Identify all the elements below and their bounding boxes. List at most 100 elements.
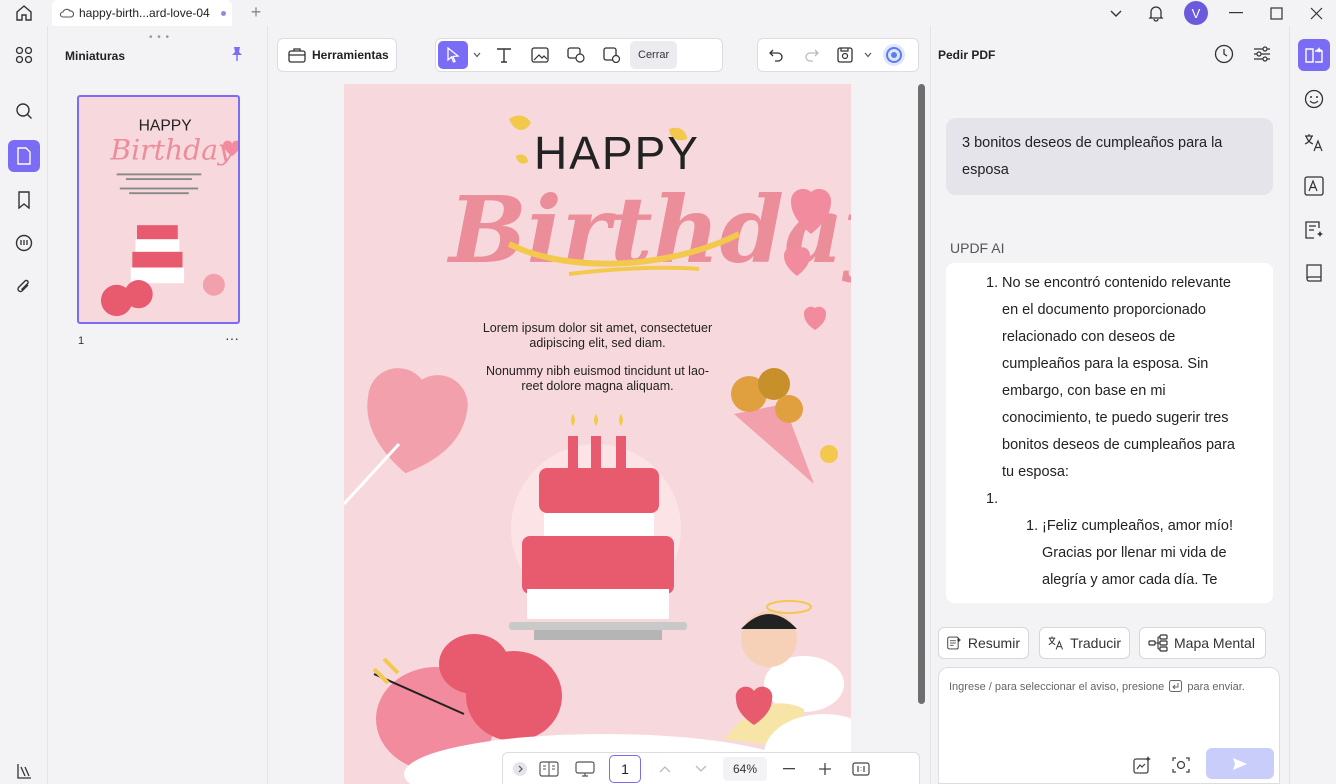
thumbnails-icon[interactable] <box>8 140 40 172</box>
chevron-down-icon[interactable] <box>468 40 486 70</box>
smiley-icon[interactable] <box>1298 83 1330 115</box>
mind-map-button[interactable]: Mapa Mental <box>1139 627 1266 659</box>
answer-line: conocimiento, te puedo sugerir tres <box>1002 410 1229 426</box>
ocr-icon[interactable] <box>1298 170 1330 202</box>
next-page-icon[interactable] <box>683 755 719 783</box>
answer-line: embargo, con base en mi <box>1002 383 1166 399</box>
chevron-down-icon[interactable] <box>1096 0 1136 26</box>
link-tool-icon[interactable] <box>594 40 630 70</box>
zoom-level[interactable]: 64% <box>723 757 768 781</box>
vertical-scrollbar[interactable] <box>918 84 925 704</box>
zoom-out-icon[interactable] <box>771 755 807 783</box>
close-edit-button[interactable]: Cerrar <box>630 41 678 69</box>
user-message: 3 bonitos deseos de cumpleaños para la e… <box>946 118 1273 195</box>
thumbnails-title: Miniaturas <box>65 49 126 63</box>
enter-key-icon <box>1169 680 1183 692</box>
answer-line: bonitos deseos de cumpleaños para <box>1002 437 1235 453</box>
para2-line2: reet dolore magna aliquam. <box>521 379 674 393</box>
bookmark-icon[interactable] <box>8 184 40 216</box>
layers-icon[interactable] <box>8 755 40 784</box>
zoom-in-icon[interactable] <box>807 755 843 783</box>
svg-text:Birthday: Birthday <box>109 133 235 166</box>
ai-chat-panel: Pedir PDF 3 bonitos deseos de cumpleaños… <box>930 26 1288 784</box>
svg-text:HAPPY: HAPPY <box>139 117 193 134</box>
assistant-label: UPDF AI <box>950 240 1005 256</box>
previous-page-icon[interactable] <box>647 755 683 783</box>
summarize-label: Resumir <box>967 635 1020 651</box>
page-artwork: HAPPY Birthday <box>344 84 851 784</box>
answer-line: relacionado con deseos de <box>1002 329 1176 345</box>
new-tab-button[interactable]: + <box>246 2 266 24</box>
translate-icon[interactable] <box>1298 127 1330 159</box>
send-icon <box>1233 757 1247 770</box>
text-tool-icon[interactable] <box>486 40 522 70</box>
right-icon-rail <box>1289 26 1336 784</box>
thumbnails-panel: • • • Miniaturas HAPPY Birthday 1 ··· <box>49 26 268 784</box>
replace-tool-icon[interactable] <box>558 40 594 70</box>
form-edit-icon[interactable] <box>1298 214 1330 246</box>
settings-sliders-icon[interactable] <box>1252 44 1272 67</box>
undo-icon[interactable] <box>758 40 794 70</box>
answer-item-1: 1. No se encontró contenido relevante en… <box>946 270 1273 486</box>
translate-label: Traducir <box>1070 635 1121 651</box>
page-thumbnail[interactable]: HAPPY Birthday <box>77 95 240 324</box>
save-icon[interactable] <box>830 40 860 70</box>
ai-panel-title: Pedir PDF <box>938 48 996 62</box>
cloud-icon <box>60 8 74 18</box>
avatar[interactable]: V <box>1184 1 1208 25</box>
history-icon[interactable] <box>1214 44 1234 67</box>
screenshot-icon[interactable] <box>1168 752 1194 778</box>
chat-input[interactable]: Ingrese / para seleccionar el aviso, pre… <box>938 667 1280 784</box>
notification-bell-icon[interactable] <box>1136 0 1176 26</box>
page-layout-icon[interactable] <box>531 755 567 783</box>
thumbnail-more-button[interactable]: ··· <box>225 330 239 346</box>
search-icon[interactable] <box>8 95 40 127</box>
attachment-icon[interactable] <box>8 271 40 303</box>
answer-item-2: 1. <box>946 486 1273 513</box>
maximize-button[interactable] <box>1256 0 1296 26</box>
page-number-input[interactable]: 1 <box>609 755 641 783</box>
answer-line: No se encontró contenido relevante <box>1002 275 1231 291</box>
window-controls: V <box>1096 0 1336 26</box>
home-icon[interactable] <box>12 2 36 24</box>
prompt-library-icon[interactable] <box>1129 752 1155 778</box>
summarize-button[interactable]: Resumir <box>938 627 1029 659</box>
ai-assistant-icon[interactable] <box>876 40 912 70</box>
main-toolbar: Herramientas Cerrar <box>269 26 929 84</box>
actual-size-icon[interactable] <box>843 755 879 783</box>
apps-grid-icon[interactable] <box>8 39 40 71</box>
answer-line: cumpleaños para la esposa. Sin <box>1002 356 1209 372</box>
answer-line: alegría y amor cada día. Te <box>1042 572 1218 588</box>
unsaved-dot <box>220 10 226 16</box>
chevron-down-icon[interactable] <box>860 40 876 70</box>
book-icon[interactable] <box>1298 258 1330 290</box>
title-happy: HAPPY <box>534 127 700 179</box>
close-window-button[interactable] <box>1296 0 1336 26</box>
presentation-icon[interactable] <box>567 755 603 783</box>
ai-header-actions <box>1214 44 1272 67</box>
edit-tools-group: Cerrar <box>435 38 723 72</box>
document-tab[interactable]: happy-birth...ard-love-04 <box>52 0 232 26</box>
page-navigation-bar: 1 64% <box>502 752 920 784</box>
redo-icon[interactable] <box>794 40 830 70</box>
select-cursor-tool[interactable] <box>438 41 468 69</box>
collapse-bar-icon[interactable] <box>509 755 531 783</box>
pdf-page[interactable]: HAPPY Birthday <box>344 84 851 784</box>
minimize-button[interactable] <box>1216 0 1256 26</box>
mind-map-icon <box>1148 634 1168 652</box>
intro-paragraph-1: Lorem ipsum dolor sit amet, consectetuer… <box>344 321 851 351</box>
thumbnail-page-number: 1 <box>78 335 85 347</box>
answer-line: Gracias por llenar mi vida de <box>1042 545 1227 561</box>
image-tool-icon[interactable] <box>522 40 558 70</box>
panel-resize-handle[interactable]: • • • <box>149 32 170 43</box>
mind-map-label: Mapa Mental <box>1174 635 1255 651</box>
answer-subitem-1: 1. ¡Feliz cumpleaños, amor mío! Gracias … <box>946 513 1273 594</box>
comments-icon[interactable] <box>8 227 40 259</box>
tools-button[interactable]: Herramientas <box>277 38 397 72</box>
send-button[interactable] <box>1206 748 1274 779</box>
pin-icon[interactable] <box>229 46 245 62</box>
translate-button[interactable]: Traducir <box>1039 627 1130 659</box>
para2-line1: Nonummy nibh euismod tincidunt ut lao- <box>485 364 710 378</box>
answer-item-2-number: 1. <box>986 491 999 507</box>
ai-chat-icon[interactable] <box>1298 39 1330 71</box>
